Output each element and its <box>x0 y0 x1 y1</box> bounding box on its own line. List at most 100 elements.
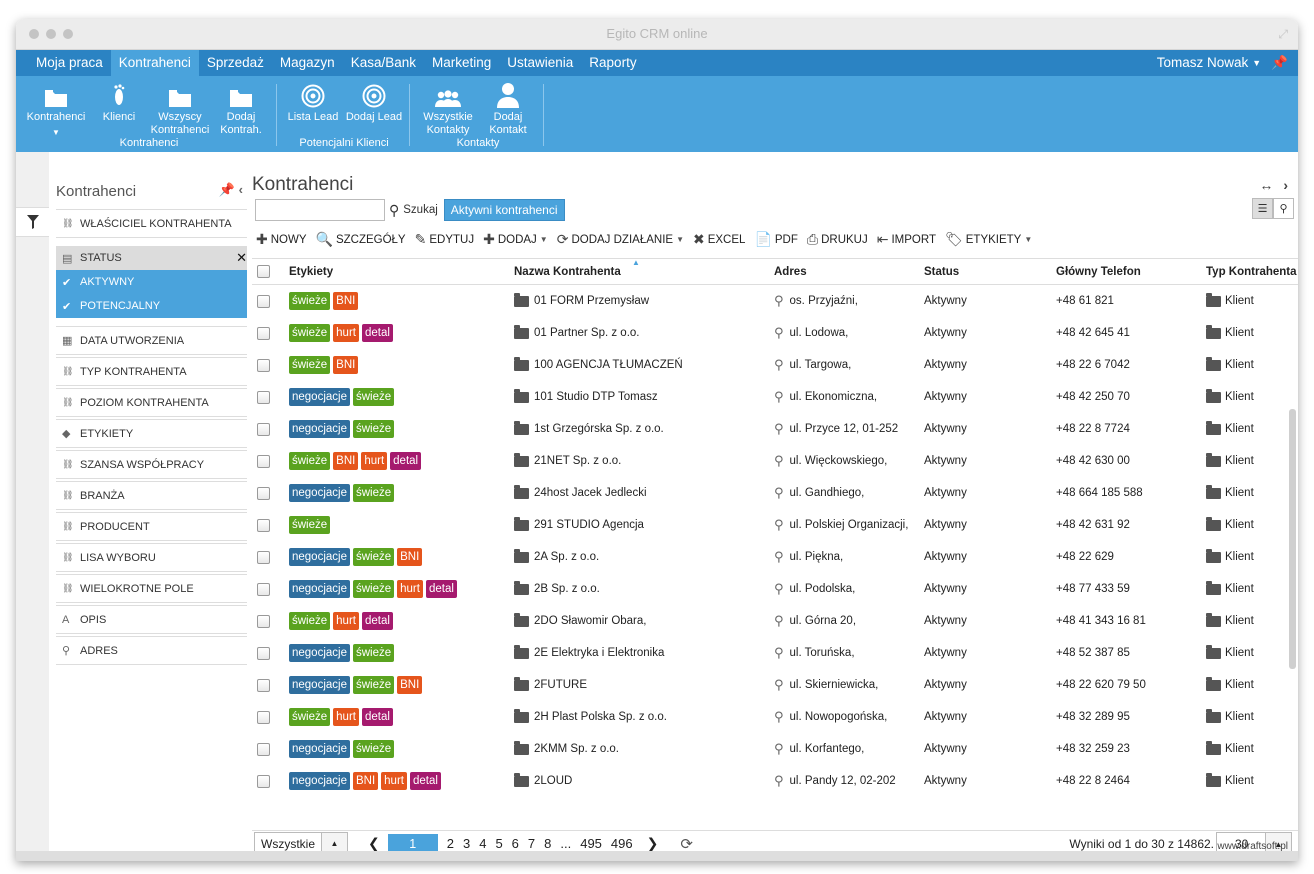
column-header-etykiety[interactable]: Etykiety <box>289 266 514 278</box>
nav-item-ustawienia[interactable]: Ustawienia <box>499 50 581 76</box>
tag-badge[interactable]: hurt <box>333 324 359 342</box>
map-pin-icon[interactable]: ⚲ <box>774 389 784 405</box>
tag-badge[interactable]: negocjacje <box>289 420 350 438</box>
row-checkbox[interactable] <box>257 550 270 564</box>
page-link[interactable]: 4 <box>479 836 486 851</box>
map-pin-icon[interactable]: ⚲ <box>774 645 784 661</box>
next-page-icon[interactable]: ❯ <box>647 835 659 852</box>
contractor-name-link[interactable]: 101 Studio DTP Tomasz <box>534 391 658 403</box>
tag-badge[interactable]: świeże <box>352 388 395 406</box>
contractor-name-link[interactable]: 2A Sp. z o.o. <box>534 551 599 563</box>
map-pin-icon[interactable]: ⚲ <box>774 293 784 309</box>
map-pin-icon[interactable]: ⚲ <box>774 421 784 437</box>
contractor-name-link[interactable]: 2E Elektryka i Elektronika <box>534 647 664 659</box>
tag-badge[interactable]: świeże <box>289 708 331 726</box>
search-icon[interactable]: ⚲ <box>389 202 399 219</box>
table-row[interactable]: negocjacje BNI hurt detal 2LOUD ⚲ ul. Pandy 12… <box>252 765 1298 797</box>
table-row[interactable]: świeże BNI hurt detal 21NET Sp. z o.o. ⚲ ul. W… <box>252 445 1298 477</box>
table-row[interactable]: świeże hurt detal 2H Plast Polska Sp. z o.o… <box>252 701 1298 733</box>
tag-badge[interactable]: świeże <box>289 324 331 342</box>
map-pin-icon[interactable]: ⚲ <box>774 677 784 693</box>
expand-horizontal-icon[interactable]: ↔ <box>1259 177 1273 193</box>
row-checkbox[interactable] <box>257 390 270 404</box>
tag-badge[interactable]: świeże <box>289 516 331 534</box>
filter-item[interactable]: ▦ DATA UTWORZENIA <box>56 326 247 355</box>
ribbon-wszyscy-button[interactable]: Wszyscy Kontrahenci <box>146 82 214 137</box>
contractor-name-link[interactable]: 291 STUDIO Agencja <box>534 519 644 531</box>
tag-badge[interactable]: świeże <box>289 292 331 310</box>
tag-badge[interactable]: BNI <box>352 772 379 790</box>
row-checkbox[interactable] <box>257 774 270 788</box>
map-pin-icon[interactable]: ⚲ <box>774 357 784 373</box>
toolbar-excel-button[interactable]: ✖ EXCEL <box>693 231 745 248</box>
page-link[interactable]: 496 <box>611 836 633 851</box>
contractor-name-link[interactable]: 2LOUD <box>534 775 572 787</box>
ribbon-kontrahenci-button[interactable]: Kontrahenci ▼ <box>26 82 86 139</box>
tag-badge[interactable]: negocjacje <box>289 772 350 790</box>
ribbon-dodaj-lead-button[interactable]: Dodaj Lead <box>344 82 404 124</box>
select-all-checkbox[interactable] <box>257 265 270 278</box>
vertical-scrollbar[interactable] <box>1289 409 1296 669</box>
user-menu[interactable]: Tomasz Nowak ▼ 📌 <box>1157 55 1288 71</box>
table-row[interactable]: negocjacje świeże 1st Grzegórska Sp. z o.o… <box>252 413 1298 445</box>
filter-item[interactable]: ⛓ BRANŻA <box>56 481 247 510</box>
tag-badge[interactable]: świeże <box>289 452 331 470</box>
toolbar-szczeg-y-button[interactable]: 🔍 SZCZEGÓŁY <box>316 231 406 248</box>
map-pin-icon[interactable]: ⚲ <box>774 741 784 757</box>
filter-item[interactable]: ⛓ LISA WYBORU <box>56 543 247 572</box>
nav-item-kontrahenci[interactable]: Kontrahenci <box>110 50 199 76</box>
map-pin-icon[interactable]: ⚲ <box>774 549 784 565</box>
map-pin-icon[interactable]: ⚲ <box>774 613 784 629</box>
tag-badge[interactable]: negocjacje <box>289 740 350 758</box>
toolbar-edytuj-button[interactable]: ✎ EDYTUJ <box>415 231 474 248</box>
tag-badge[interactable]: negocjacje <box>289 676 350 694</box>
contractor-name-link[interactable]: 21NET Sp. z o.o. <box>534 455 621 467</box>
search-input[interactable] <box>255 199 385 221</box>
fullscreen-icon[interactable]: ⤢ <box>1278 27 1288 42</box>
row-checkbox[interactable] <box>257 486 270 500</box>
row-checkbox[interactable] <box>257 742 270 756</box>
map-pin-icon[interactable]: ⚲ <box>774 485 784 501</box>
table-row[interactable]: negocjacje świeże 2KMM Sp. z o.o. ⚲ ul. Korf… <box>252 733 1298 765</box>
filter-item[interactable]: ⛓ PRODUCENT <box>56 512 247 541</box>
toolbar-dodaj-button[interactable]: ✚ DODAJ ▼ <box>483 231 548 248</box>
tag-badge[interactable]: hurt <box>381 772 407 790</box>
funnel-icon[interactable] <box>16 207 49 237</box>
tag-badge[interactable]: świeże <box>352 420 395 438</box>
tag-badge[interactable]: świeże <box>352 740 395 758</box>
row-checkbox[interactable] <box>257 582 270 596</box>
tag-badge[interactable]: hurt <box>333 708 359 726</box>
contractor-name-link[interactable]: 2H Plast Polska Sp. z o.o. <box>534 711 667 723</box>
map-pin-icon[interactable]: ⚲ <box>774 453 784 469</box>
search-button[interactable]: Szukaj <box>403 204 438 216</box>
filter-item[interactable]: ◆ ETYKIETY <box>56 419 247 448</box>
tag-badge[interactable]: świeże <box>289 356 331 374</box>
ribbon-dodaj-kontrah-button[interactable]: Dodaj Kontrah. <box>213 82 269 137</box>
table-row[interactable]: świeże 291 STUDIO Agencja ⚲ ul. Polskiej Or… <box>252 509 1298 541</box>
contractor-name-link[interactable]: 01 Partner Sp. z o.o. <box>534 327 639 339</box>
pin-icon[interactable]: 📌 <box>219 182 235 197</box>
contractor-name-link[interactable]: 100 AGENCJA TŁUMACZEŃ <box>534 359 683 371</box>
ribbon-lista-lead-button[interactable]: Lista Lead <box>286 82 340 124</box>
active-filter-chip[interactable]: Aktywni kontrahenci <box>443 199 565 221</box>
page-link[interactable]: 7 <box>528 836 535 851</box>
map-pin-icon[interactable]: ⚲ <box>774 709 784 725</box>
row-checkbox[interactable] <box>257 646 270 660</box>
chevron-right-icon[interactable]: › <box>1283 177 1288 193</box>
table-row[interactable]: negocjacje świeże 101 Studio DTP Tomasz ⚲ ul… <box>252 381 1298 413</box>
table-row[interactable]: świeże BNI 01 FORM Przemysław ⚲ os. Przyjaźn… <box>252 285 1298 317</box>
row-checkbox[interactable] <box>257 422 270 436</box>
toolbar-import-button[interactable]: ⇤ IMPORT <box>877 231 936 248</box>
map-view-icon[interactable]: ⚲ <box>1273 198 1294 219</box>
refresh-icon[interactable]: ⟳ <box>680 835 693 853</box>
map-pin-icon[interactable]: ⚲ <box>774 325 784 341</box>
column-header-telefon[interactable]: Główny Telefon <box>1056 266 1206 278</box>
row-checkbox[interactable] <box>257 358 270 372</box>
row-checkbox[interactable] <box>257 518 270 532</box>
row-checkbox[interactable] <box>257 294 270 308</box>
filter-item[interactable]: ✔ AKTYWNY <box>56 270 247 294</box>
tag-badge[interactable]: hurt <box>333 612 359 630</box>
tag-badge[interactable]: detal <box>425 580 457 598</box>
table-row[interactable]: negocjacje świeże 24host Jacek Jedlecki ⚲ ul… <box>252 477 1298 509</box>
toolbar-drukuj-button[interactable]: ⎙ DRUKUJ <box>807 231 868 248</box>
